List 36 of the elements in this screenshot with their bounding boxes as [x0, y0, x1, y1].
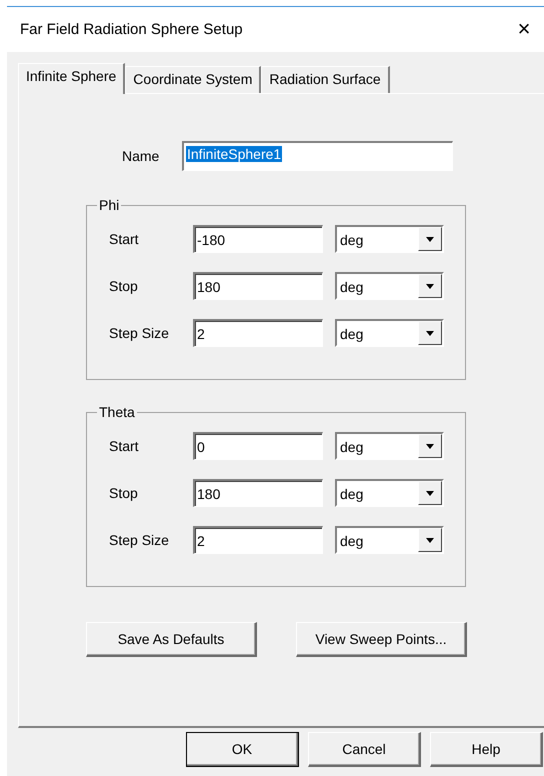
unit-dropdown[interactable]: deg — [335, 526, 444, 554]
panel-button[interactable]: Save As Defaults — [86, 622, 257, 657]
field-label: Stop — [109, 278, 139, 294]
unit-dropdown[interactable]: deg — [335, 432, 444, 460]
unit-dropdown[interactable]: deg — [335, 272, 444, 300]
input-field[interactable]: 0 — [193, 432, 323, 460]
field-label: Stop — [109, 485, 139, 501]
dropdown-arrow-icon — [426, 236, 434, 242]
tab[interactable]: Radiation Surface — [261, 66, 390, 93]
name-field[interactable]: InfiniteSphere1 — [182, 141, 453, 171]
field-label: Start — [109, 438, 140, 454]
tab[interactable]: Infinite Sphere — [18, 63, 126, 94]
unit-dropdown[interactable]: deg — [335, 479, 444, 507]
dropdown-arrow-icon — [426, 538, 434, 542]
unit-dropdown[interactable]: deg — [335, 319, 444, 347]
window-title: Far Field Radiation Sphere Setup — [20, 21, 243, 38]
unit-dropdown[interactable]: deg — [335, 225, 444, 253]
tab[interactable]: Coordinate System — [125, 66, 262, 93]
input-field[interactable]: -180 — [193, 225, 323, 253]
input-field[interactable]: 180 — [193, 272, 323, 300]
input-field[interactable]: 2 — [193, 319, 323, 347]
dropdown-arrow-icon — [426, 330, 434, 336]
field-label: Start — [109, 231, 140, 247]
dropdown-arrow-icon — [426, 284, 434, 288]
field-label: Step Size — [109, 532, 170, 548]
dialog-button[interactable]: Help — [430, 732, 543, 767]
dialog-button[interactable]: Cancel — [308, 732, 421, 767]
dropdown-arrow-icon — [426, 444, 434, 448]
input-field[interactable]: 2 — [193, 526, 323, 554]
field-label: Name — [122, 148, 160, 164]
dropdown-arrow-icon — [426, 490, 434, 496]
close-button[interactable]: × — [512, 17, 536, 41]
field-label: Step Size — [109, 325, 170, 341]
dialog-button[interactable]: OK — [186, 732, 299, 767]
panel-button[interactable]: View Sweep Points... — [296, 622, 467, 657]
input-field[interactable]: 180 — [193, 479, 323, 507]
